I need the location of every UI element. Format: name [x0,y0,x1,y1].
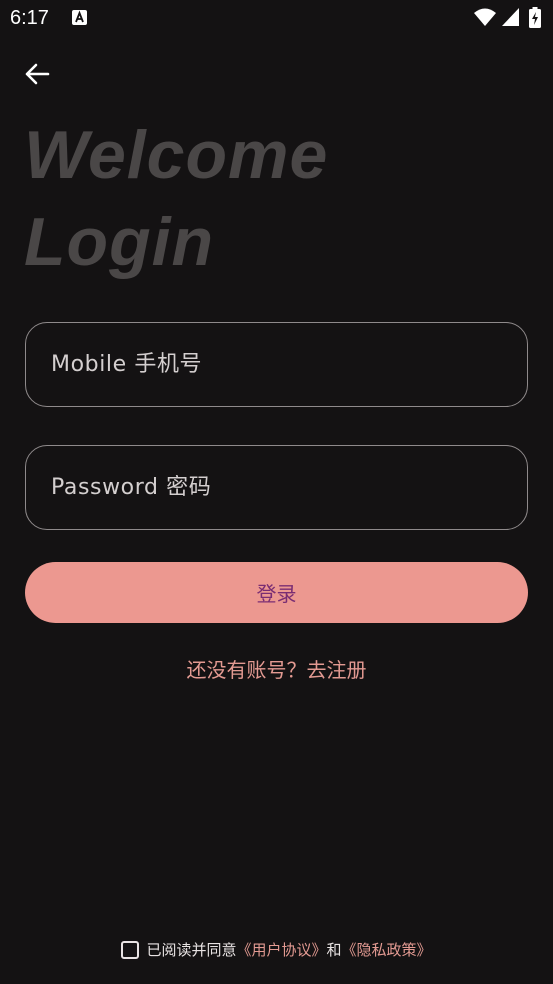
battery-charging-icon [529,7,541,28]
agreement-checkbox[interactable] [121,940,140,959]
privacy-policy-link[interactable]: 《隐私政策》 [342,939,432,960]
status-time: 6:17 [10,7,49,29]
agreement-prefix: 已阅读并同意 [146,941,237,959]
status-bar: 6:17 [0,0,553,36]
arrow-left-icon [25,63,50,85]
password-field[interactable] [25,445,528,530]
title-line-welcome: Welcome [24,117,329,193]
agreement-row: 已阅读并同意 《用户协议》 和 《隐私政策》 [0,939,553,960]
back-button[interactable] [18,56,56,92]
agreement-conjunction: 和 [326,941,342,959]
register-link[interactable]: 还没有账号？去注册 [0,654,553,683]
login-button[interactable]: 登录 [25,562,528,623]
password-input[interactable] [51,475,527,500]
cell-signal-icon [502,8,519,26]
mobile-input[interactable] [51,352,527,377]
welcome-title: Welcome Login [24,112,424,286]
user-agreement-link[interactable]: 《用户协议》 [236,939,326,960]
a-notification-icon [72,10,87,25]
mobile-field[interactable] [25,322,528,407]
wifi-icon [474,8,496,26]
title-line-login: Login [24,204,215,280]
